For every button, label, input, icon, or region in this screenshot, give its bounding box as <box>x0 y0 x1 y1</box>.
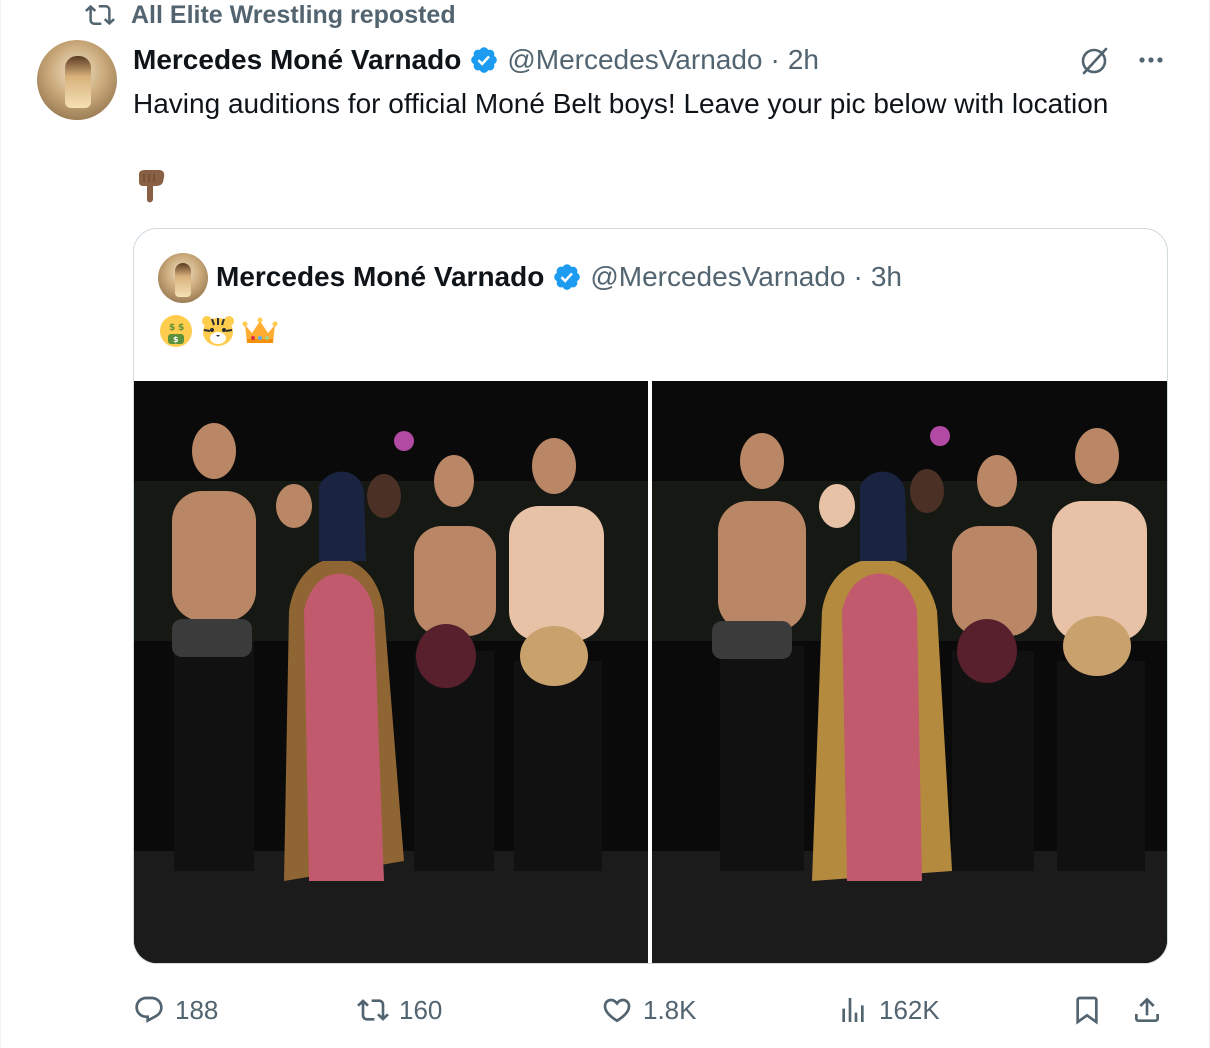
quoted-tweet-time[interactable]: 3h <box>871 261 902 293</box>
like-button[interactable]: 1.8K <box>601 988 697 1032</box>
repost-label: All Elite Wrestling reposted <box>131 0 456 29</box>
quoted-tweet-header: Mercedes Moné Varnado @MercedesVarnado ·… <box>216 257 902 297</box>
share-button[interactable] <box>1131 988 1163 1032</box>
reply-icon <box>135 996 163 1023</box>
views-count: 162K <box>879 994 940 1025</box>
grok-icon[interactable] <box>1077 44 1111 78</box>
heart-icon <box>603 998 631 1023</box>
quoted-tweet[interactable]: Mercedes Moné Varnado @MercedesVarnado ·… <box>133 228 1168 964</box>
quoted-photo-1[interactable] <box>134 381 648 963</box>
quoted-tweet-text: $ $ $ <box>158 313 278 349</box>
quoted-author-avatar[interactable] <box>158 253 208 303</box>
verified-badge-icon <box>471 47 498 73</box>
share-icon <box>1135 997 1159 1022</box>
money-mouth-face-icon: $ $ $ <box>160 315 192 347</box>
timeline-post[interactable]: All Elite Wrestling reposted Mercedes Mo… <box>0 0 1210 1048</box>
separator-dot: · <box>770 44 780 75</box>
verified-badge-icon <box>554 264 581 290</box>
tiger-face-icon <box>202 316 234 346</box>
svg-text:$: $ <box>178 323 184 333</box>
reply-button[interactable]: 188 <box>133 988 218 1032</box>
repost-count: 160 <box>399 994 443 1025</box>
bookmark-icon <box>1076 996 1098 1025</box>
quoted-author-name[interactable]: Mercedes Moné Varnado <box>216 261 544 293</box>
views-chart-icon <box>842 998 864 1022</box>
svg-text:$: $ <box>173 335 179 344</box>
repost-icon <box>357 999 389 1021</box>
author-name[interactable]: Mercedes Moné Varnado <box>133 44 461 76</box>
crown-icon <box>242 317 278 343</box>
author-handle[interactable]: @MercedesVarnado <box>507 44 762 76</box>
tweet-text: Having auditions for official Moné Belt … <box>133 88 1109 119</box>
views-button[interactable]: 162K <box>837 988 940 1032</box>
quoted-photo-2[interactable] <box>652 381 1167 963</box>
pointing-down-emoji-icon <box>139 170 165 203</box>
author-avatar[interactable] <box>37 40 117 120</box>
repost-icon <box>85 4 115 26</box>
separator-dot: · <box>853 261 863 292</box>
like-count: 1.8K <box>643 994 697 1025</box>
svg-text:$: $ <box>169 323 175 333</box>
reply-count: 188 <box>175 994 219 1025</box>
repost-button[interactable]: 160 <box>357 988 442 1032</box>
tweet-header: Mercedes Moné Varnado @MercedesVarnado ·… <box>133 40 819 80</box>
tweet-actions: 188 160 1.8K 162K <box>133 988 1173 1032</box>
more-options-icon[interactable] <box>1135 44 1167 76</box>
quoted-author-handle[interactable]: @MercedesVarnado <box>590 261 845 293</box>
repost-context[interactable]: All Elite Wrestling reposted <box>85 0 456 30</box>
bookmark-button[interactable] <box>1071 988 1103 1032</box>
tweet-time[interactable]: 2h <box>788 44 819 76</box>
